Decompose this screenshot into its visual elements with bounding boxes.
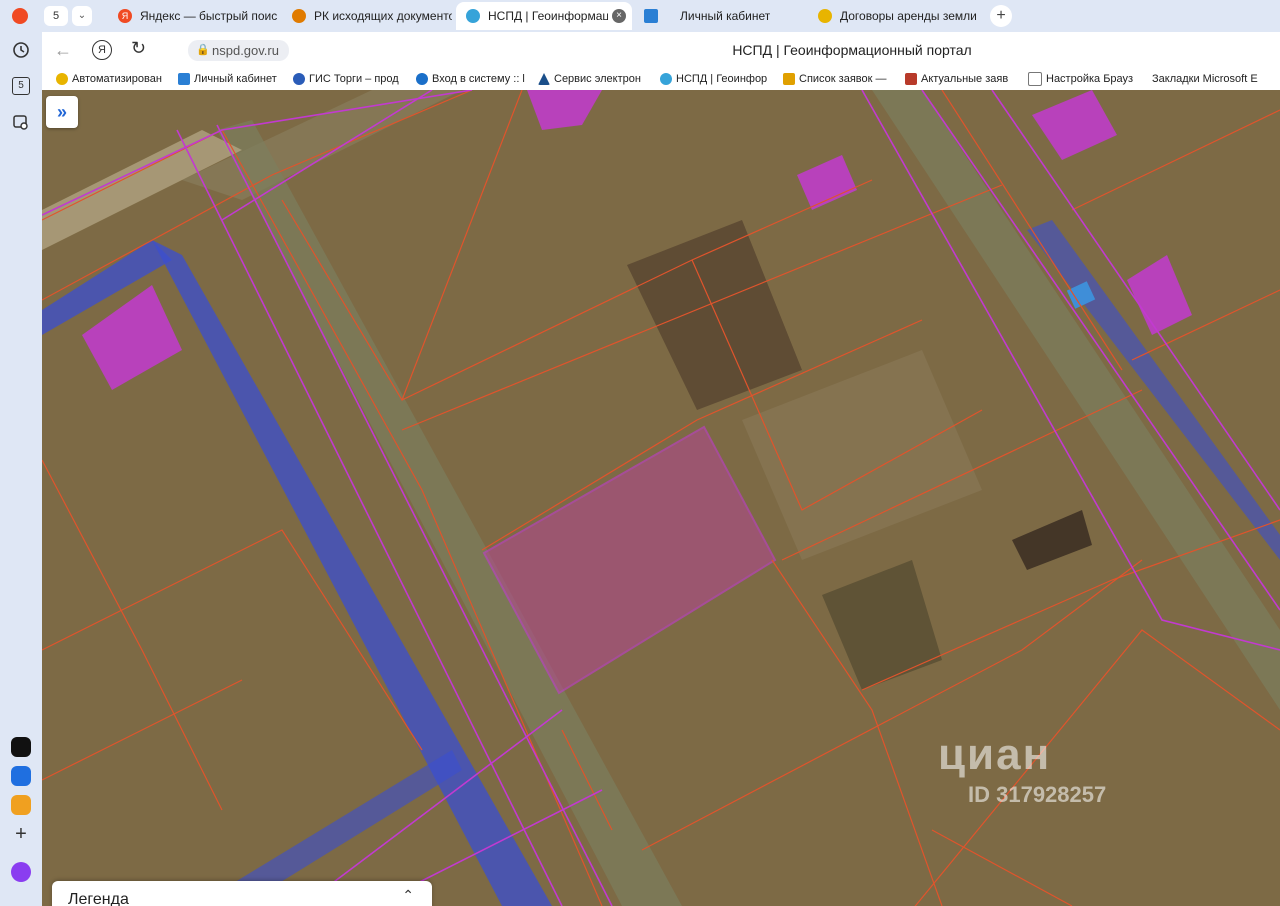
bookmarks-bar: Автоматизирован Личный кабинет ГИС Торги… — [42, 68, 1280, 91]
tab-label: НСПД | Геоинформационный портал — [488, 9, 608, 23]
address-bar: ← Я ↻ 🔒 nspd.gov.ru НСПД | Геоинформацио… — [42, 32, 1280, 68]
bookmark-label: ГИС Торги – прод — [309, 73, 399, 85]
bookmark-item[interactable]: Личный кабинет — [178, 71, 288, 87]
yandex-home-icon[interactable]: Я — [92, 40, 112, 60]
bookmark-label: Вход в систему :: l — [432, 73, 525, 85]
expand-panel-button[interactable]: » — [46, 96, 78, 128]
bookmark-icon — [416, 73, 428, 85]
page-title: НСПД | Геоинформационный портал — [732, 42, 972, 58]
bookmark-item[interactable]: Настройка Брауз — [1028, 71, 1138, 87]
tab-land-contracts[interactable]: Договоры аренды земли — [808, 2, 978, 30]
tabs-count-icon[interactable]: 5 — [11, 76, 31, 96]
tab-list-dropdown-icon[interactable]: ⌄ — [72, 6, 92, 26]
bookmark-label: Актуальные заяв — [921, 73, 1009, 85]
tab-label: Договоры аренды земли — [840, 9, 977, 23]
url-field[interactable]: 🔒 nspd.gov.ru — [188, 40, 289, 61]
bookmark-icon — [293, 73, 305, 85]
bookmark-icon — [56, 73, 68, 85]
bookmark-item[interactable]: Список заявок — — [783, 71, 893, 87]
bookmark-icon — [783, 73, 795, 85]
screenshot-icon[interactable] — [11, 112, 31, 132]
watermark: циан ID 317928257 — [938, 730, 1106, 807]
close-tab-icon[interactable]: × — [612, 9, 626, 23]
bookmark-icon — [660, 73, 672, 85]
tab-label: Яндекс — быстрый поиск — [140, 9, 278, 23]
tab-nspd[interactable]: НСПД | Геоинформационный портал × — [456, 2, 632, 30]
cabinet-icon — [644, 9, 658, 23]
browser-logo-icon[interactable] — [12, 8, 28, 24]
new-tab-button[interactable]: + — [990, 5, 1012, 27]
url-text: nspd.gov.ru — [212, 43, 279, 58]
watermark-brand: циан — [938, 730, 1052, 779]
watermark-id: ID 317928257 — [968, 782, 1107, 807]
browser-sidebar: 5 + — [0, 32, 42, 906]
nspd-icon — [466, 9, 480, 23]
bookmark-label: Личный кабинет — [194, 73, 277, 85]
bookmark-label: Настройка Брауз — [1046, 73, 1134, 85]
contract-icon — [818, 9, 832, 23]
app-icon-2[interactable] — [11, 766, 31, 786]
tab-yandex[interactable]: Я Яндекс — быстрый поиск — [108, 2, 278, 30]
bookmark-item[interactable]: Автоматизирован — [56, 71, 166, 87]
bookmark-label: Автоматизирован — [72, 73, 162, 85]
bookmark-icon — [178, 73, 190, 85]
tab-label: РК исходящих документов — [314, 9, 452, 23]
bookmark-item[interactable]: НСПД | Геоинфор — [660, 71, 770, 87]
bookmark-item[interactable]: Сервис электрон — [538, 71, 650, 87]
bookmark-item[interactable]: Актуальные заяв — [905, 71, 1015, 87]
back-icon[interactable]: ← — [54, 40, 72, 61]
doc-icon — [292, 9, 306, 23]
chevron-up-icon[interactable]: ⌃ — [402, 887, 414, 904]
alice-icon[interactable] — [11, 862, 31, 882]
app-icon-1[interactable] — [11, 737, 31, 757]
bookmark-item[interactable]: Закладки Microsoft E — [1152, 71, 1274, 87]
bookmark-icon — [1028, 72, 1042, 86]
lock-icon: 🔒 — [196, 44, 210, 56]
bookmark-label: Сервис электрон — [554, 73, 641, 85]
bookmark-item[interactable]: ГИС Торги – прод — [293, 71, 403, 87]
tab-outgoing-docs[interactable]: РК исходящих документов — [282, 2, 452, 30]
legend-panel[interactable]: Легенда ⌃ — [52, 881, 432, 906]
legend-title: Легенда — [68, 891, 129, 906]
bookmark-icon — [538, 73, 550, 85]
tab-cabinet[interactable]: Личный кабинет — [634, 2, 804, 30]
tab-bar: 5 ⌄ Я Яндекс — быстрый поиск РК исходящи… — [0, 0, 1280, 32]
bookmark-item[interactable]: Вход в систему :: l — [416, 71, 526, 87]
app-icon-3[interactable] — [11, 795, 31, 815]
bookmark-label: Список заявок — — [799, 73, 887, 85]
tab-label: Личный кабинет — [680, 9, 771, 23]
history-icon[interactable] — [11, 40, 31, 60]
yandex-icon: Я — [118, 9, 132, 23]
bookmark-label: НСПД | Геоинфор — [676, 73, 768, 85]
reload-icon[interactable]: ↻ — [131, 38, 146, 59]
add-panel-icon[interactable]: + — [11, 823, 31, 845]
bookmark-icon — [905, 73, 917, 85]
map-view[interactable]: » циан ID 317928257 Легенда ⌃ — [42, 90, 1280, 906]
bookmark-label: Закладки Microsoft E — [1152, 73, 1258, 85]
tab-counter-button[interactable]: 5 — [44, 6, 68, 26]
